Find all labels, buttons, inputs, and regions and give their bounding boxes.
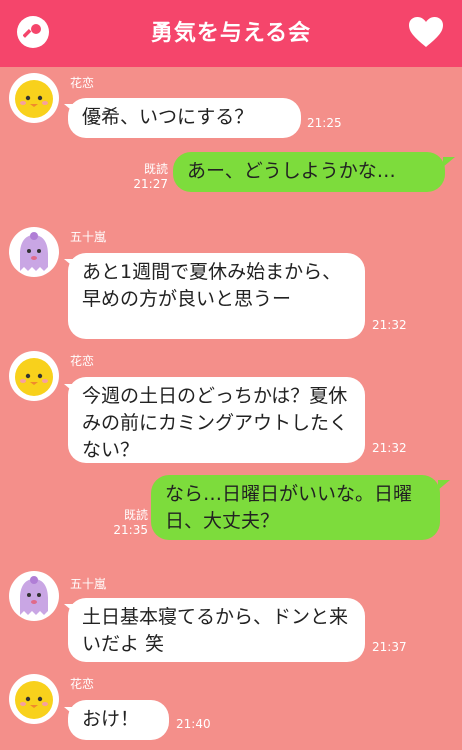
message-time: 21:32 (372, 318, 407, 332)
read-receipt: 既読 21:35 (110, 508, 148, 538)
sender-name: 花恋 (70, 677, 95, 691)
read-status: 既読 (143, 162, 168, 176)
chat-title: 勇気を与える会 (150, 21, 312, 46)
ghost-avatar-icon (20, 576, 48, 615)
message-time: 21:27 (133, 177, 168, 191)
ghost-avatar-icon (20, 232, 48, 271)
message-time: 21:37 (372, 640, 407, 654)
bubble-tail (438, 480, 450, 490)
heart-icon (409, 17, 443, 47)
message-bubble-3[interactable]: あと1週間で夏休み始まから、早めの方が良いと思うー (68, 253, 365, 339)
favorite-button[interactable] (408, 16, 444, 48)
chat-header: 勇気を与える会 (0, 0, 462, 67)
message-time: 21:25 (307, 116, 342, 130)
chick-avatar-icon (15, 358, 53, 396)
message-bubble-6[interactable]: 土日基本寝てるから、ドンと来いだよ 笑 (68, 598, 365, 662)
avatar-karen[interactable] (9, 674, 59, 724)
message-time: 21:35 (113, 523, 148, 537)
bubble-tail (443, 157, 455, 167)
chick-avatar-icon (15, 80, 53, 118)
avatar-igarashi[interactable] (9, 227, 59, 277)
sender-name: 五十嵐 (70, 577, 107, 591)
message-bubble-1[interactable]: 優希、いつにする？ (68, 98, 301, 138)
read-status: 既読 (123, 508, 148, 522)
avatar-igarashi[interactable] (9, 571, 59, 621)
avatar-karen[interactable] (9, 351, 59, 401)
sender-name: 花恋 (70, 354, 95, 368)
sender-name: 五十嵐 (70, 230, 107, 244)
chick-avatar-icon (15, 681, 53, 719)
message-time: 21:40 (176, 717, 211, 731)
message-bubble-4[interactable]: 今週の土日のどっちかは？夏休みの前にカミングアウトしたくない？ (68, 377, 365, 463)
read-receipt: 既読 21:27 (132, 162, 168, 192)
sender-name: 花恋 (70, 76, 95, 90)
message-bubble-7[interactable]: おけ！ (68, 700, 169, 740)
avatar-karen[interactable] (9, 73, 59, 123)
message-bubble-2[interactable]: あー、どうしようかな… (173, 152, 445, 192)
message-time: 21:32 (372, 441, 407, 455)
message-bubble-5[interactable]: なら…日曜日がいいな。日曜日、大丈夫？ (151, 475, 440, 540)
